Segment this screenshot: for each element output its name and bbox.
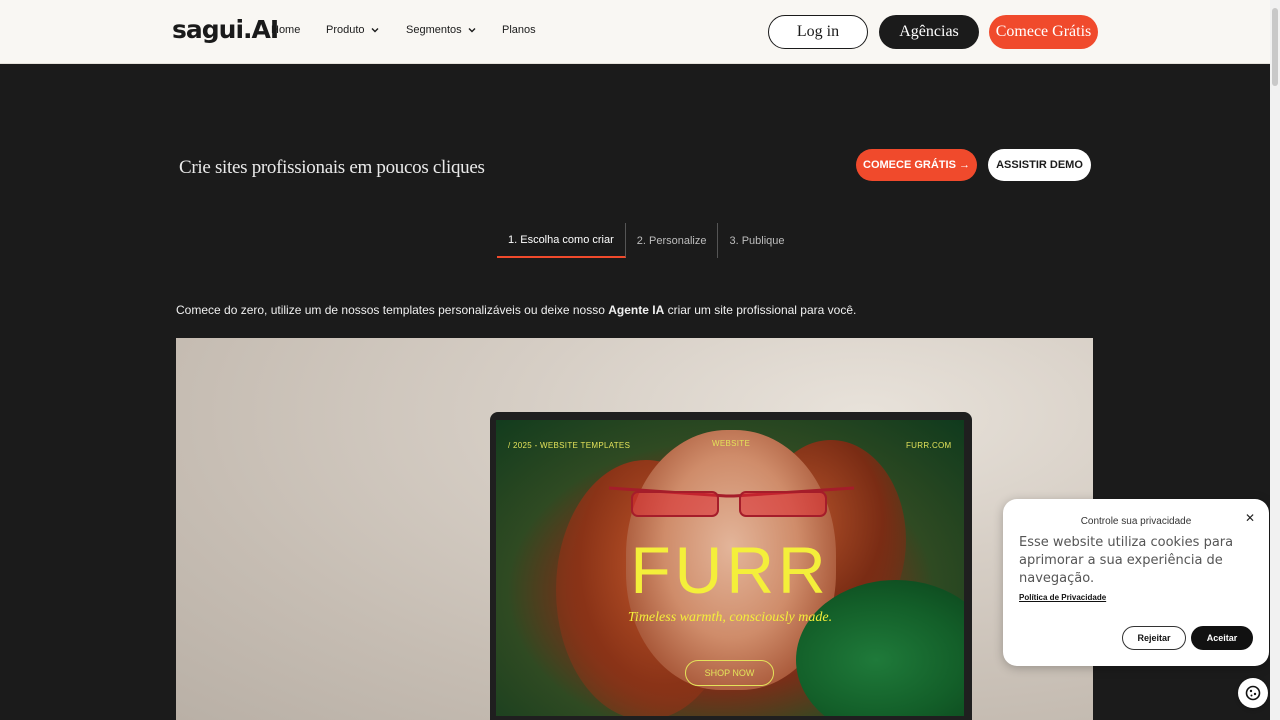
tab-personalize[interactable]: 2. Personalize	[626, 223, 719, 258]
comece-gratis-button[interactable]: Comece Grátis	[989, 15, 1098, 49]
hero-title: Crie sites profissionais em poucos cliqu…	[179, 157, 485, 178]
assistir-demo-button[interactable]: ASSISTIR DEMO	[988, 149, 1091, 181]
laptop-screen: / 2025 - WEBSITE TEMPLATES WEBSITE FURR.…	[496, 420, 964, 716]
nav-home[interactable]: Home	[271, 24, 300, 36]
comece-gratis-cta[interactable]: COMECE GRÁTIS →	[856, 149, 977, 181]
cookie-icon	[1245, 685, 1261, 701]
nav-segmentos[interactable]: Segmentos	[406, 24, 477, 36]
cookie-body: Esse website utiliza cookies para aprimo…	[1019, 535, 1234, 586]
sunglasses-shape	[608, 486, 855, 517]
tab-escolha[interactable]: 1. Escolha como criar	[497, 223, 626, 258]
laptop-mockup: / 2025 - WEBSITE TEMPLATES WEBSITE FURR.…	[490, 412, 972, 720]
screen-label-center: WEBSITE	[712, 439, 751, 448]
nav-planos[interactable]: Planos	[502, 24, 536, 36]
cookie-title: Controle sua privacidade	[1080, 516, 1192, 527]
page-scrollbar[interactable]	[1270, 0, 1280, 720]
scrollbar-thumb[interactable]	[1272, 8, 1278, 86]
top-navigation-bar: sagui.AI Home Produto Segmentos Planos L…	[0, 0, 1270, 64]
nav-produto-label: Produto	[326, 24, 365, 36]
close-icon[interactable]: ✕	[1245, 511, 1255, 525]
cookie-consent-popup: Controle sua privacidade ✕ Esse website …	[1003, 499, 1269, 666]
furr-tagline: Timeless warmth, consciously made.	[627, 610, 833, 625]
agencias-button[interactable]: Agências	[879, 15, 979, 49]
privacy-policy-link[interactable]: Política de Privacidade	[1019, 593, 1106, 602]
desc-agente-ia: Agente IA	[608, 303, 665, 317]
nav-home-label: Home	[271, 24, 301, 36]
desc-text-after: criar um site profissional para você.	[664, 303, 857, 317]
logo[interactable]: sagui.AI	[172, 15, 279, 44]
accept-button[interactable]: Aceitar	[1191, 626, 1253, 650]
login-button[interactable]: Log in	[768, 15, 868, 49]
step-description: Comece do zero, utilize um de nossos tem…	[176, 303, 856, 317]
screen-label-right: FURR.COM	[906, 441, 952, 450]
furr-brand: FURR	[630, 533, 830, 607]
nav-planos-label: Planos	[502, 24, 536, 36]
screen-label-left: / 2025 - WEBSITE TEMPLATES	[508, 441, 631, 450]
chevron-down-icon	[468, 28, 476, 33]
steps-tabs: 1. Escolha como criar 2. Personalize 3. …	[497, 223, 796, 259]
template-preview-image: / 2025 - WEBSITE TEMPLATES WEBSITE FURR.…	[176, 338, 1093, 720]
shop-now-button: SHOP NOW	[685, 660, 774, 686]
cookie-settings-button[interactable]	[1238, 678, 1268, 708]
tab-publique[interactable]: 3. Publique	[718, 223, 795, 258]
nav-segmentos-label: Segmentos	[406, 24, 462, 36]
nav-produto[interactable]: Produto	[326, 24, 380, 36]
desc-text-before: Comece do zero, utilize um de nossos tem…	[176, 303, 609, 317]
chevron-down-icon	[371, 28, 379, 33]
reject-button[interactable]: Rejeitar	[1122, 626, 1186, 650]
